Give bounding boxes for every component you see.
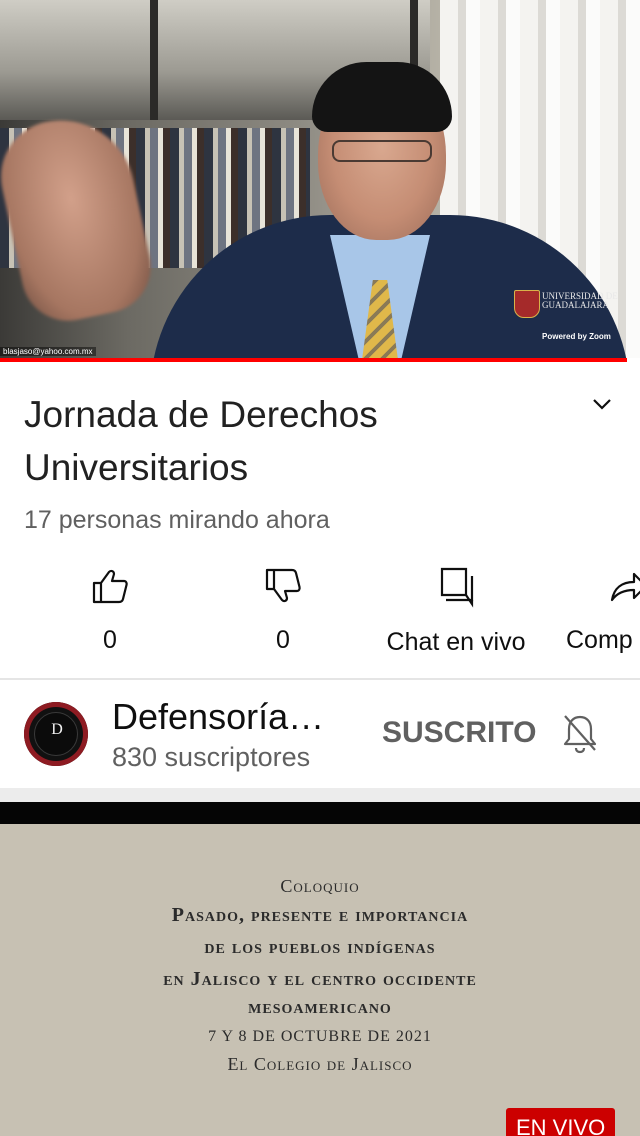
thumbnail-kicker: Coloquio (280, 876, 360, 896)
subscribed-button[interactable]: SUSCRITO (382, 716, 536, 750)
dislike-count: 0 (276, 626, 290, 654)
channel-avatar[interactable]: D (24, 702, 88, 766)
share-button[interactable]: Comp (566, 566, 640, 655)
university-logo (514, 290, 540, 318)
thumbnail-title-line: en Jalisco y el centro occidente (163, 968, 477, 990)
zoom-credit: Powered by Zoom (542, 332, 611, 341)
live-chat-label: Chat en vivo (386, 628, 526, 656)
chat-icon (440, 567, 474, 608)
share-icon (610, 572, 640, 602)
live-badge: EN VIVO (506, 1108, 616, 1136)
section-separator (0, 788, 640, 802)
avatar-emblem: D (34, 712, 78, 756)
avatar-letter: D (51, 721, 63, 738)
video-progress-bar[interactable] (0, 358, 628, 362)
like-count: 0 (103, 626, 117, 654)
section-divider (0, 678, 640, 680)
live-chat-button[interactable]: Chat en vivo (380, 566, 532, 657)
thumbs-up-icon (92, 569, 128, 604)
participant-email: blasjaso@yahoo.com.mx (0, 347, 96, 356)
thumbnail-date: 7 Y 8 DE OCTUBRE DE 2021 (208, 1028, 432, 1045)
channel-name[interactable]: Defensoría… (112, 696, 324, 738)
university-watermark: UNIVERSIDAD DE GUADALAJARA (542, 291, 618, 310)
thumbs-down-icon (265, 568, 301, 603)
thumbnail-place: El Colegio de Jalisco (227, 1054, 413, 1074)
thumbnail-title-line: mesoamericano (248, 996, 392, 1018)
shelf-divider (150, 0, 158, 120)
viewer-count: 17 personas mirando ahora (24, 506, 330, 534)
speaker-glasses (332, 140, 432, 162)
chevron-down-icon[interactable] (590, 394, 614, 414)
bell-off-icon[interactable] (561, 712, 599, 754)
subscriber-count: 830 suscriptores (112, 742, 311, 772)
video-title[interactable]: Jornada de Derechos Universitarios (24, 388, 564, 494)
video-player[interactable]: UNIVERSIDAD DE GUADALAJARA Powered by Zo… (0, 0, 640, 358)
dislike-button[interactable]: 0 (261, 566, 305, 655)
speaker-hair (312, 62, 452, 132)
thumbnail-title-line: de los pueblos indígenas (204, 936, 436, 958)
thumbnail-title-line: Pasado, presente e importancia (171, 904, 469, 926)
thumbnail-letterbox (0, 802, 640, 824)
share-label: Comp (566, 626, 633, 654)
next-video-thumbnail[interactable]: Coloquio Pasado, presente e importancia … (0, 802, 640, 1136)
like-button[interactable]: 0 (88, 566, 132, 655)
